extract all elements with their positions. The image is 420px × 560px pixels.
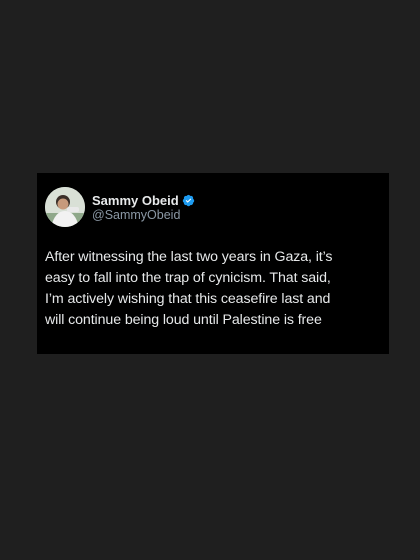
tweet-text-line: I’m actively wishing that this ceasefire…	[45, 291, 331, 307]
tweet-text-line: easy to fall into the trap of cynicism. …	[45, 270, 331, 286]
tweet-card: Sammy Obeid @SammyObeid After witnessing…	[37, 173, 389, 354]
tweet-text-line: will continue being loud until Palestine…	[45, 312, 322, 328]
author-handle[interactable]: @SammyObeid	[92, 208, 180, 222]
page-background: Sammy Obeid @SammyObeid After witnessing…	[0, 0, 420, 560]
tweet-text-line: After witnessing the last two years in G…	[45, 249, 333, 265]
author-name[interactable]: Sammy Obeid	[92, 193, 179, 208]
author-name-row: Sammy Obeid	[92, 191, 195, 209]
tweet-text: After witnessing the last two years in G…	[45, 247, 385, 331]
verified-badge-icon	[182, 194, 195, 207]
avatar[interactable]	[45, 187, 85, 227]
